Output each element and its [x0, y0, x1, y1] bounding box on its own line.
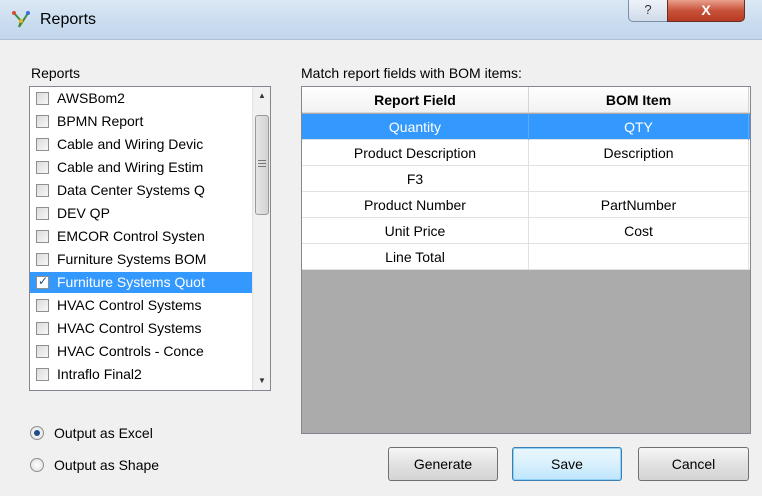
list-item[interactable]: BPMN Report [30, 111, 252, 132]
list-item-label: AWSBom2 [57, 90, 125, 106]
report-checkbox[interactable] [36, 92, 49, 105]
output-excel-radio[interactable] [30, 426, 44, 440]
table-row[interactable]: Unit Price Cost [302, 218, 750, 244]
report-checkbox[interactable] [36, 230, 49, 243]
table-row[interactable]: F3 [302, 166, 750, 192]
report-field-cell[interactable]: Line Total [302, 244, 529, 270]
list-item-label: Cable and Wiring Estim [57, 159, 204, 175]
report-checkbox[interactable] [36, 345, 49, 358]
list-item[interactable]: AWSBom2 [30, 88, 252, 109]
list-item-label: Cable and Wiring Devic [57, 136, 204, 152]
list-item[interactable]: EMCOR Control Systen [30, 226, 252, 247]
field-mapping-grid[interactable]: Report Field BOM Item Quantity QTY Product… [301, 86, 751, 434]
report-checkbox[interactable] [36, 184, 49, 197]
mapping-label: Match report fields with BOM items: [301, 65, 522, 81]
list-item[interactable]: Cable and Wiring Estim [30, 157, 252, 178]
output-shape-label: Output as Shape [54, 457, 160, 473]
report-checkbox[interactable] [36, 115, 49, 128]
report-checkbox[interactable] [36, 322, 49, 335]
close-button[interactable]: X [667, 0, 745, 22]
scroll-up-arrow-icon[interactable]: ▲ [253, 87, 271, 105]
title-bar: Reports ? X [0, 0, 762, 40]
scroll-down-arrow-icon[interactable]: ▼ [253, 372, 271, 390]
help-button[interactable]: ? [628, 0, 668, 22]
list-item[interactable]: Intraflo Final2 [30, 364, 252, 385]
scroll-thumb[interactable] [255, 115, 269, 215]
bom-item-cell[interactable]: Description [529, 140, 749, 166]
report-field-cell[interactable]: Quantity [302, 114, 529, 140]
list-item[interactable]: Cable and Wiring Devic [30, 134, 252, 155]
report-field-cell[interactable]: F3 [302, 166, 529, 192]
report-checkbox[interactable] [36, 207, 49, 220]
scroll-grip-icon [258, 166, 266, 167]
list-item[interactable]: HVAC Control Systems [30, 295, 252, 316]
report-field-cell[interactable]: Unit Price [302, 218, 529, 244]
list-item-label: HVAC Control Systems [57, 320, 202, 336]
list-item[interactable]: DEV QP [30, 203, 252, 224]
header-report-field[interactable]: Report Field [302, 87, 529, 113]
header-bom-item[interactable]: BOM Item [529, 87, 749, 113]
bom-item-cell[interactable] [529, 166, 749, 192]
checkmark-icon: ✓ [38, 274, 49, 288]
generate-button[interactable]: Generate [388, 447, 498, 481]
report-checkbox[interactable] [36, 138, 49, 151]
report-field-cell[interactable]: Product Description [302, 140, 529, 166]
table-row[interactable]: Quantity QTY [302, 114, 750, 140]
list-item-label: DEV QP [57, 205, 110, 221]
report-checkbox[interactable] [36, 161, 49, 174]
reports-list-scrollbar[interactable]: ▲ ▼ [252, 87, 270, 390]
report-checkbox[interactable] [36, 368, 49, 381]
table-row[interactable]: Product Description Description [302, 140, 750, 166]
list-item[interactable]: HVAC Control Systems [30, 318, 252, 339]
grid-header: Report Field BOM Item [302, 87, 750, 113]
output-shape-radio[interactable] [30, 458, 44, 472]
cancel-button[interactable]: Cancel [638, 447, 749, 481]
list-item-label: HVAC Control Systems [57, 297, 202, 313]
list-item-label: Data Center Systems Q [57, 182, 205, 198]
list-item-label: EMCOR Control Systen [57, 228, 205, 244]
report-checkbox[interactable] [36, 299, 49, 312]
reports-app-icon [12, 11, 30, 28]
list-item-label: HVAC Controls - Conce [57, 343, 204, 359]
report-checkbox[interactable]: ✓ [36, 274, 49, 289]
scroll-grip-icon [258, 163, 266, 164]
list-item[interactable]: Furniture Systems BOM [30, 249, 252, 270]
list-item-label: BPMN Report [57, 113, 144, 129]
list-item[interactable]: HVAC Controls - Conce [30, 341, 252, 362]
output-excel-label: Output as Excel [54, 425, 153, 441]
save-button[interactable]: Save [512, 447, 622, 481]
bom-item-cell[interactable]: Cost [529, 218, 749, 244]
window-title: Reports [40, 11, 97, 28]
list-item[interactable]: Data Center Systems Q [30, 180, 252, 201]
list-item-label: Intraflo Final2 [57, 366, 142, 382]
table-row[interactable]: Line Total [302, 244, 750, 270]
list-item-label: Furniture Systems BOM [57, 251, 207, 267]
report-checkbox[interactable] [36, 253, 49, 266]
bom-item-cell[interactable]: QTY [529, 114, 749, 140]
report-field-cell[interactable]: Product Number [302, 192, 529, 218]
reports-label: Reports [31, 65, 81, 81]
reports-list-items: AWSBom2 BPMN Report Cable and Wiring Devic… [30, 87, 252, 390]
list-item-label: Furniture Systems Quot [57, 274, 205, 290]
table-row[interactable]: Product Number PartNumber [302, 192, 750, 218]
scroll-grip-icon [258, 160, 266, 161]
bom-item-cell[interactable] [529, 244, 749, 270]
reports-list[interactable]: AWSBom2 BPMN Report Cable and Wiring Devic… [29, 86, 271, 391]
list-item[interactable]: ✓ Furniture Systems Quot [30, 272, 252, 293]
bom-item-cell[interactable]: PartNumber [529, 192, 749, 218]
